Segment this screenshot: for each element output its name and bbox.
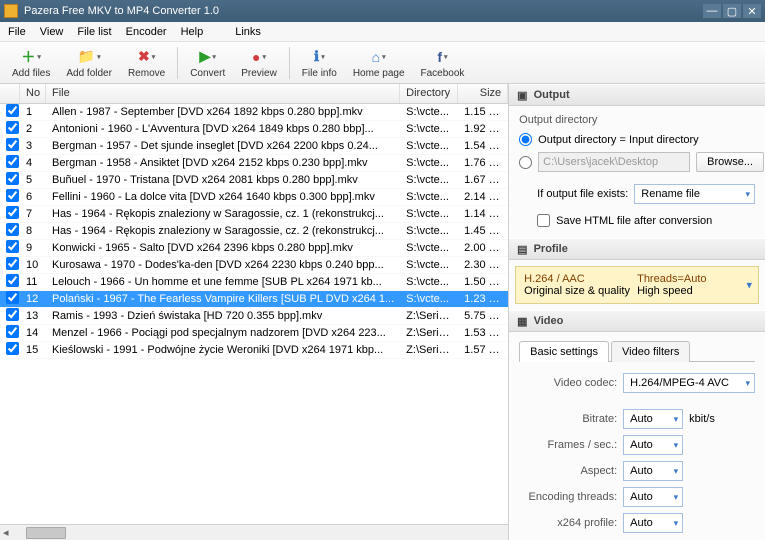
convert-button[interactable]: ▶▾Convert <box>184 45 231 81</box>
remove-button[interactable]: ✖▾Remove <box>122 45 171 81</box>
table-row[interactable]: 6Fellini - 1960 - La dolce vita [DVD x26… <box>0 189 508 206</box>
tab-video-filters[interactable]: Video filters <box>611 341 690 362</box>
file-exists-select[interactable]: Rename file <box>634 184 755 204</box>
list-header: No File Directory Size <box>0 84 508 104</box>
output-icon: ▣ <box>517 89 527 102</box>
remove-icon: ✖▾ <box>137 47 157 67</box>
menu-filelist[interactable]: File list <box>77 26 111 38</box>
table-row[interactable]: 13Ramis - 1993 - Dzień świstaka [HD 720 … <box>0 308 508 325</box>
menu-view[interactable]: View <box>40 26 64 38</box>
row-checkbox[interactable] <box>6 223 19 236</box>
row-checkbox[interactable] <box>6 189 19 202</box>
minimize-button[interactable]: — <box>703 4 721 18</box>
row-checkbox[interactable] <box>6 325 19 338</box>
home-page-button[interactable]: ⌂▾Home page <box>347 45 411 81</box>
profile-icon: ▤ <box>517 243 527 256</box>
row-checkbox[interactable] <box>6 206 19 219</box>
settings-panel: ▣Output Output directory Output director… <box>509 84 765 540</box>
table-row[interactable]: 5Buñuel - 1970 - Tristana [DVD x264 2081… <box>0 172 508 189</box>
add-files-button[interactable]: ＋▾Add files <box>6 45 56 81</box>
file-info-button[interactable]: ℹ▾File info <box>296 45 343 81</box>
table-row[interactable]: 7Has - 1964 - Rękopis znaleziony w Sarag… <box>0 206 508 223</box>
output-dir-label: Output directory <box>519 114 755 126</box>
profile-select[interactable]: H.264 / AACOriginal size & quality Threa… <box>515 266 759 304</box>
app-icon <box>4 4 18 18</box>
add-files-icon: ＋▾ <box>21 47 41 67</box>
table-row[interactable]: 15Kieślowski - 1991 - Podwójne życie Wer… <box>0 342 508 359</box>
col-no[interactable]: No <box>20 84 46 103</box>
row-checkbox[interactable] <box>6 138 19 151</box>
output-custom-radio[interactable] <box>519 156 532 169</box>
preview-icon: ●▾ <box>249 47 269 67</box>
table-row[interactable]: 11Lelouch - 1966 - Un homme et une femme… <box>0 274 508 291</box>
facebook-icon: f▾ <box>432 47 452 67</box>
row-checkbox[interactable] <box>6 121 19 134</box>
bitrate-select[interactable]: Auto <box>623 409 683 429</box>
output-eq-input-radio[interactable] <box>519 133 532 146</box>
menu-bar: File View File list Encoder Help Links <box>0 22 765 42</box>
menu-encoder[interactable]: Encoder <box>126 26 167 38</box>
table-row[interactable]: 10Kurosawa - 1970 - Dodes'ka-den [DVD x2… <box>0 257 508 274</box>
maximize-button[interactable]: ▢ <box>723 4 741 18</box>
x264-profile-select[interactable]: Auto <box>623 513 683 533</box>
horizontal-scrollbar[interactable]: ◂ <box>0 524 508 540</box>
row-checkbox[interactable] <box>6 274 19 287</box>
row-checkbox[interactable] <box>6 342 19 355</box>
file-list-panel: No File Directory Size 1Allen - 1987 - S… <box>0 84 509 540</box>
table-row[interactable]: 12Polański - 1967 - The Fearless Vampire… <box>0 291 508 308</box>
home-page-icon: ⌂▾ <box>369 47 389 67</box>
toolbar: ＋▾Add files📁▾Add folder✖▾Remove ▶▾Convert… <box>0 42 765 84</box>
add-folder-icon: 📁▾ <box>79 47 99 67</box>
table-row[interactable]: 2Antonioni - 1960 - L'Avventura [DVD x26… <box>0 121 508 138</box>
title-bar: Pazera Free MKV to MP4 Converter 1.0 — ▢… <box>0 0 765 22</box>
col-file[interactable]: File <box>46 84 400 103</box>
col-dir[interactable]: Directory <box>400 84 458 103</box>
menu-file[interactable]: File <box>8 26 26 38</box>
table-row[interactable]: 4Bergman - 1958 - Ansiktet [DVD x264 215… <box>0 155 508 172</box>
app-title: Pazera Free MKV to MP4 Converter 1.0 <box>24 5 219 17</box>
list-body[interactable]: 1Allen - 1987 - September [DVD x264 1892… <box>0 104 508 524</box>
tab-basic-settings[interactable]: Basic settings <box>519 341 609 362</box>
video-codec-select[interactable]: H.264/MPEG-4 AVC <box>623 373 755 393</box>
table-row[interactable]: 8Has - 1964 - Rękopis znaleziony w Sarag… <box>0 223 508 240</box>
save-html-checkbox[interactable] <box>537 214 550 227</box>
menu-help[interactable]: Help <box>181 26 204 38</box>
video-header[interactable]: ▦Video <box>509 310 765 332</box>
table-row[interactable]: 14Menzel - 1966 - Pociągi pod specjalnym… <box>0 325 508 342</box>
col-size[interactable]: Size <box>458 84 508 103</box>
encoding-threads-select[interactable]: Auto <box>623 487 683 507</box>
browse-button[interactable]: Browse... <box>696 152 764 172</box>
convert-icon: ▶▾ <box>198 47 218 67</box>
row-checkbox[interactable] <box>6 240 19 253</box>
table-row[interactable]: 9Konwicki - 1965 - Salto [DVD x264 2396 … <box>0 240 508 257</box>
row-checkbox[interactable] <box>6 308 19 321</box>
row-checkbox[interactable] <box>6 257 19 270</box>
row-checkbox[interactable] <box>6 155 19 168</box>
table-row[interactable]: 3Bergman - 1957 - Det sjunde inseglet [D… <box>0 138 508 155</box>
file-info-icon: ℹ▾ <box>309 47 329 67</box>
preview-button[interactable]: ●▾Preview <box>235 45 283 81</box>
output-header[interactable]: ▣Output <box>509 84 765 106</box>
row-checkbox[interactable] <box>6 104 19 117</box>
video-icon: ▦ <box>517 315 527 328</box>
fps-select[interactable]: Auto <box>623 435 683 455</box>
profile-header[interactable]: ▤Profile <box>509 238 765 260</box>
row-checkbox[interactable] <box>6 172 19 185</box>
output-path-input[interactable] <box>538 152 690 172</box>
close-button[interactable]: ✕ <box>743 4 761 18</box>
facebook-button[interactable]: f▾Facebook <box>415 45 471 81</box>
table-row[interactable]: 1Allen - 1987 - September [DVD x264 1892… <box>0 104 508 121</box>
menu-links[interactable]: Links <box>235 26 261 38</box>
aspect-select[interactable]: Auto <box>623 461 683 481</box>
row-checkbox[interactable] <box>6 291 19 304</box>
add-folder-button[interactable]: 📁▾Add folder <box>60 45 118 81</box>
